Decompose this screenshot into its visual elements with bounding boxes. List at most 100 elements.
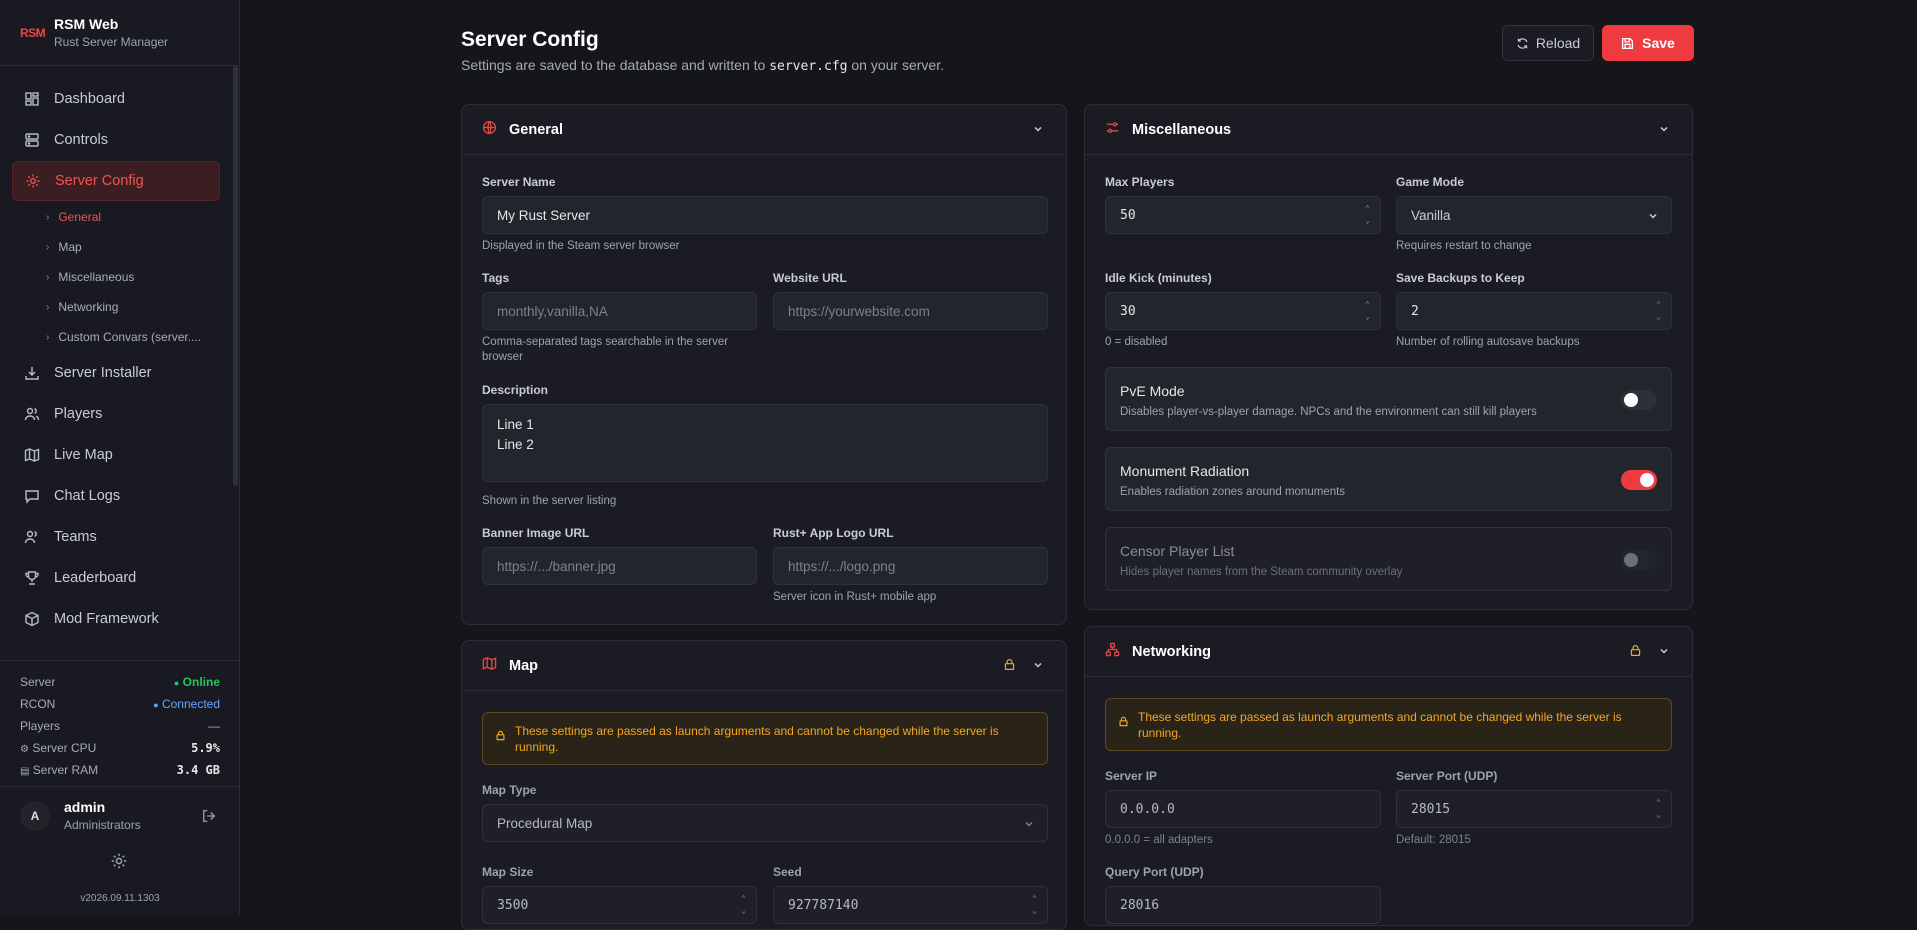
server-port-input[interactable]: 28015 ⌃ ⌄ — [1396, 790, 1672, 828]
sidebar-item-label: Players — [54, 406, 103, 422]
save-button[interactable]: Save — [1602, 25, 1694, 61]
brand-subtitle: Rust Server Manager — [54, 35, 169, 49]
subnav-item-miscellaneous[interactable]: › Miscellaneous — [46, 262, 232, 292]
network-icon — [1105, 642, 1120, 662]
number-stepper[interactable]: ⌃ ⌄ — [1656, 299, 1661, 323]
save-backups-label: Save Backups to Keep — [1396, 271, 1525, 285]
chevron-right-icon: › — [46, 241, 50, 253]
monument-radiation-description: Enables radiation zones around monuments — [1120, 486, 1346, 498]
game-mode-select[interactable]: Vanilla — [1396, 196, 1672, 234]
number-stepper[interactable]: ⌃ ⌄ — [1365, 299, 1370, 323]
main-content: Server Config Settings are saved to the … — [241, 0, 1917, 930]
idle-kick-label: Idle Kick (minutes) — [1105, 271, 1212, 285]
logo-url-input[interactable]: https://.../logo.png — [773, 547, 1048, 585]
gear-icon — [25, 173, 41, 189]
map-icon — [482, 656, 497, 676]
status-badge: ● Online — [173, 675, 220, 689]
sidebar-nav: Dashboard Controls Server Config › Genera… — [0, 78, 232, 658]
idle-kick-input[interactable]: 30 ⌃ ⌄ — [1105, 292, 1381, 330]
general-section-header[interactable]: General — [462, 105, 1066, 155]
monument-radiation-row: Monument Radiation Enables radiation zon… — [1105, 447, 1672, 511]
sidebar-item-label: Mod Framework — [54, 611, 159, 627]
chevron-down-icon[interactable] — [1032, 658, 1044, 676]
censor-player-list-toggle[interactable] — [1621, 550, 1657, 570]
brand[interactable]: RSM RSM Web Rust Server Manager — [0, 0, 239, 66]
number-stepper[interactable]: ⌃ ⌄ — [1032, 893, 1037, 917]
tags-input[interactable]: monthly,vanilla,NA — [482, 292, 757, 330]
max-players-input[interactable]: 50 ⌃ ⌄ — [1105, 196, 1381, 234]
subnav-item-custom-convars[interactable]: › Custom Convars (server.... — [46, 322, 232, 352]
sidebar-item-leaderboard[interactable]: Leaderboard — [12, 558, 220, 598]
subnav-item-networking[interactable]: › Networking — [46, 292, 232, 322]
number-stepper[interactable]: ⌃ ⌄ — [741, 893, 746, 917]
sidebar: RSM RSM Web Rust Server Manager Dashboar… — [0, 0, 240, 915]
server-name-input[interactable]: My Rust Server — [482, 196, 1048, 234]
map-size-input[interactable]: 3500 ⌃ ⌄ — [482, 886, 757, 924]
seed-input[interactable]: 927787140 ⌃ ⌄ — [773, 886, 1048, 924]
server-port-hint: Default: 28015 — [1396, 834, 1471, 846]
subnav-item-map[interactable]: › Map — [46, 232, 232, 262]
sidebar-item-controls[interactable]: Controls — [12, 120, 220, 160]
website-url-input[interactable]: https://yourwebsite.com — [773, 292, 1048, 330]
download-icon — [24, 365, 40, 381]
avatar[interactable]: A — [20, 800, 50, 831]
lock-icon — [495, 729, 506, 745]
chevron-right-icon: › — [46, 271, 50, 283]
rsm-logo: RSM — [20, 25, 46, 40]
launch-args-warning: These settings are passed as launch argu… — [1105, 698, 1672, 751]
sidebar-item-server-config[interactable]: Server Config — [12, 161, 220, 201]
sidebar-item-chat-logs[interactable]: Chat Logs — [12, 476, 220, 516]
sidebar-item-dashboard[interactable]: Dashboard — [12, 79, 220, 119]
chevron-right-icon: › — [46, 331, 50, 343]
sidebar-item-teams[interactable]: Teams — [12, 517, 220, 557]
map-type-select[interactable]: Procedural Map — [482, 804, 1048, 842]
sidebar-item-live-map[interactable]: Live Map — [12, 435, 220, 475]
server-icon — [24, 132, 40, 148]
launch-args-warning: These settings are passed as launch argu… — [482, 712, 1048, 765]
memory-icon: ▤ — [20, 766, 30, 777]
seed-label: Seed — [773, 865, 802, 879]
map-size-label: Map Size — [482, 865, 534, 879]
lock-icon — [1118, 715, 1129, 731]
description-textarea[interactable]: Line 1 Line 2 — [482, 404, 1048, 482]
subnav-item-general[interactable]: › General — [46, 202, 232, 232]
miscellaneous-section: Miscellaneous Max Players 50 ⌃ ⌄ Game Mode… — [1084, 104, 1693, 610]
sidebar-item-server-installer[interactable]: Server Installer — [12, 353, 220, 393]
query-port-input[interactable]: 28016 — [1105, 886, 1381, 924]
website-url-label: Website URL — [773, 271, 847, 285]
sidebar-item-label: Dashboard — [54, 91, 125, 107]
description-hint: Shown in the server listing — [482, 495, 617, 507]
status-row-cpu: ⚙ Server CPU 5.9% — [20, 741, 220, 755]
banner-url-input[interactable]: https://.../banner.jpg — [482, 547, 757, 585]
map-section-header[interactable]: Map — [462, 641, 1066, 691]
user-panel: A admin Administrators — [0, 786, 240, 844]
sidebar-scrollbar[interactable] — [233, 66, 238, 486]
sidebar-item-players[interactable]: Players — [12, 394, 220, 434]
dashboard-icon — [24, 91, 40, 107]
save-backups-input[interactable]: 2 ⌃ ⌄ — [1396, 292, 1672, 330]
logout-icon[interactable] — [202, 809, 216, 826]
chevron-down-icon[interactable] — [1032, 122, 1044, 140]
lock-icon — [1629, 644, 1642, 662]
number-stepper[interactable]: ⌃ ⌄ — [1365, 203, 1370, 227]
sidebar-item-mod-framework[interactable]: Mod Framework — [12, 599, 220, 639]
logo-url-hint: Server icon in Rust+ mobile app — [773, 591, 937, 603]
pve-mode-toggle[interactable] — [1621, 390, 1657, 410]
networking-section-header[interactable]: Networking — [1085, 627, 1692, 677]
chevron-right-icon: › — [46, 211, 50, 223]
chevron-down-icon[interactable] — [1658, 122, 1670, 140]
page-subtitle: Settings are saved to the database and w… — [461, 57, 944, 74]
map-type-label: Map Type — [482, 783, 537, 797]
game-mode-hint: Requires restart to change — [1396, 240, 1532, 252]
number-stepper[interactable]: ⌃ ⌄ — [1656, 797, 1661, 821]
settings-gear-icon[interactable] — [110, 852, 128, 875]
monument-radiation-toggle[interactable] — [1621, 470, 1657, 490]
chevron-down-icon[interactable] — [1658, 644, 1670, 662]
server-ip-input[interactable]: 0.0.0.0 — [1105, 790, 1381, 828]
sidebar-item-label: Chat Logs — [54, 488, 121, 504]
miscellaneous-section-header[interactable]: Miscellaneous — [1085, 105, 1692, 155]
reload-button[interactable]: Reload — [1502, 25, 1594, 61]
team-icon — [24, 529, 40, 545]
pve-mode-title: PvE Mode — [1120, 383, 1185, 399]
sliders-icon — [1105, 120, 1120, 140]
